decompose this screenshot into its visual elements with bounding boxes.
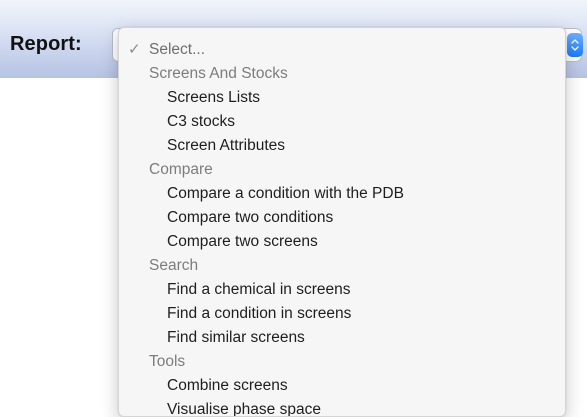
menu-item-compare-two-conditions[interactable]: Compare two conditions bbox=[167, 206, 333, 230]
menu-item-find-condition-in-screens[interactable]: Find a condition in screens bbox=[167, 302, 351, 326]
menu-item-find-similar-screens[interactable]: Find similar screens bbox=[167, 326, 305, 350]
group-header-search: Search bbox=[149, 257, 199, 274]
menu-item-find-chemical-in-screens[interactable]: Find a chemical in screens bbox=[167, 278, 351, 302]
group-header-tools: Tools bbox=[149, 353, 186, 370]
select-stepper-icon[interactable] bbox=[567, 33, 583, 57]
menu-item-combine-screens[interactable]: Combine screens bbox=[167, 374, 288, 398]
menu-item-c3-stocks[interactable]: C3 stocks bbox=[167, 110, 235, 134]
menu-item-select[interactable]: Select... bbox=[149, 38, 205, 62]
report-dropdown-menu: ✓ Select... Screens And Stocks Screens L… bbox=[118, 27, 566, 417]
menu-item-compare-two-screens[interactable]: Compare two screens bbox=[167, 230, 318, 254]
check-icon: ✓ bbox=[128, 41, 141, 58]
menu-item-visualise-phase-space[interactable]: Visualise phase space bbox=[167, 398, 321, 416]
group-header-screens-and-stocks: Screens And Stocks bbox=[149, 65, 288, 82]
menu-item-screen-attributes[interactable]: Screen Attributes bbox=[167, 134, 285, 158]
group-header-compare: Compare bbox=[149, 161, 213, 178]
menu-item-compare-condition-with-pdb[interactable]: Compare a condition with the PDB bbox=[167, 182, 404, 206]
menu-item-screens-lists[interactable]: Screens Lists bbox=[167, 86, 260, 110]
report-label: Report: bbox=[10, 33, 82, 55]
